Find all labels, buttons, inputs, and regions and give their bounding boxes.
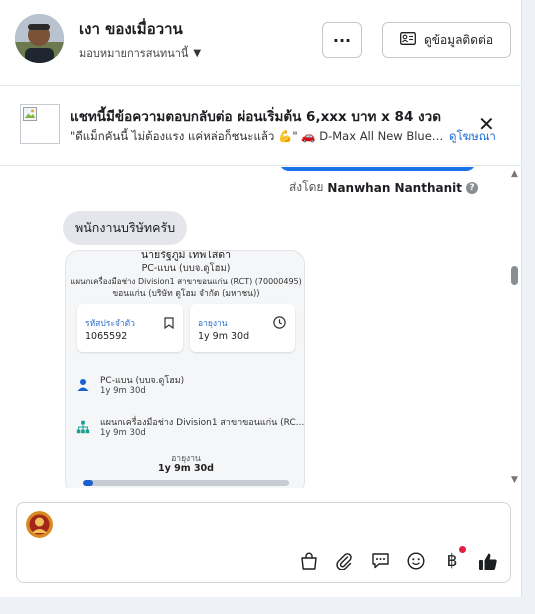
quick-reply-icon[interactable]: [369, 550, 391, 572]
page-avatar: [26, 511, 53, 538]
department-row: แผนกเครื่องมือช่าง Division1 สาขาขอนแก่น…: [76, 415, 305, 445]
scroll-down-arrow-icon[interactable]: ▼: [511, 475, 518, 485]
tenure-progress-fill: [83, 480, 94, 486]
employee-position: PC-แบน (บบจ.ดูโฮม): [141, 263, 231, 274]
contact-card-icon: [400, 32, 416, 48]
org-chart-icon: [76, 419, 90, 438]
baht-payment-icon[interactable]: ฿: [441, 546, 466, 572]
message-input[interactable]: [63, 513, 493, 535]
employee-name: นายรัฐภูมิ เทพโสดา: [140, 250, 232, 261]
work-age-label: อายุงาน: [198, 319, 228, 329]
ad-reply-banner: แชทนี้มีข้อความตอบกลับต่อ ผ่อนเริ่มต้น 6…: [0, 86, 522, 166]
work-age-box: อายุงาน 1y 9m 30d: [190, 304, 295, 352]
position-row: PC-แบน (บบจ.ดูโฮม) 1y 9m 30d: [76, 373, 301, 403]
notification-dot: [459, 546, 466, 553]
sent-message-bubble[interactable]: [279, 167, 476, 171]
emoji-icon[interactable]: [405, 550, 427, 572]
tenure-value: 1y 9m 30d: [158, 463, 214, 474]
paperclip-icon[interactable]: [333, 550, 355, 572]
ad-title: แชทนี้มีข้อความตอบกลับต่อ ผ่อนเริ่มต้น 6…: [70, 109, 441, 125]
view-contact-info-label: ดูข้อมูลติดต่อ: [423, 32, 494, 47]
bookmark-icon: [164, 314, 174, 333]
message-composer: ฿: [16, 502, 511, 583]
position-row-sub: 1y 9m 30d: [100, 386, 146, 396]
close-icon[interactable]: ✕: [478, 114, 495, 134]
employee-department: แผนกเครื่องมือช่าง Division1 สาขาขอนแก่น…: [70, 277, 302, 286]
more-options-button[interactable]: ···: [322, 22, 362, 58]
work-age-value: 1y 9m 30d: [198, 331, 250, 342]
caret-down-icon: ▼: [193, 47, 202, 59]
person-icon: [76, 377, 90, 396]
scroll-up-arrow-icon[interactable]: ▲: [511, 169, 518, 179]
thumbs-up-icon[interactable]: [477, 550, 499, 572]
sent-by-prefix: ส่งโดย: [288, 180, 324, 194]
employee-card-image[interactable]: นายรัฐภูมิ เทพโสดา PC-แบน (บบจ.ดูโฮม) แผ…: [65, 250, 305, 488]
employee-id-value: 1065592: [85, 331, 128, 342]
ad-body-text: "ดีแม็กคันนี้ ไม่ต้องแรง แค่หล่อก็ชนะแล้…: [70, 129, 446, 143]
clock-icon: [273, 314, 286, 333]
employee-company: ขอนแก่น (บริษัท ดูโฮม จำกัด (มหาชน)): [112, 289, 260, 299]
employee-id-box: รหัสประจำตัว 1065592: [77, 304, 183, 352]
message-thread: ส่งโดย Nanwhan Nanthanit ? พนักงานบริษัท…: [0, 167, 522, 488]
conversation-panel: เงา ของเมื่อวาน มอบหมายการสนทนานี้ ▼ ···…: [0, 0, 522, 597]
sent-by-line: ส่งโดย Nanwhan Nanthanit ?: [289, 178, 478, 197]
card-header-text: นายรัฐภูมิ เทพโสดา PC-แบน (บบจ.ดูโฮม) แผ…: [66, 250, 304, 301]
tenure-progress-bar: [83, 480, 289, 486]
assign-label: มอบหมายการสนทนานี้: [79, 47, 189, 60]
shopping-bag-icon[interactable]: [298, 550, 320, 572]
scroll-thumb[interactable]: [511, 266, 518, 285]
contact-name[interactable]: เงา ของเมื่อวาน: [79, 17, 183, 41]
department-row-sub: 1y 9m 30d: [100, 428, 146, 438]
chat-scrollbar[interactable]: ▲ ▼: [508, 167, 522, 488]
assign-conversation-dropdown[interactable]: มอบหมายการสนทนานี้ ▼: [79, 44, 201, 62]
department-row-title: แผนกเครื่องมือช่าง Division1 สาขาขอนแก่น…: [100, 418, 305, 428]
ad-thumbnail[interactable]: [20, 104, 60, 144]
contact-avatar[interactable]: [15, 14, 64, 63]
conversation-header: เงา ของเมื่อวาน มอบหมายการสนทนานี้ ▼ ···…: [0, 0, 522, 86]
view-contact-info-button[interactable]: ดูข้อมูลติดต่อ: [382, 22, 511, 58]
employee-id-label: รหัสประจำตัว: [85, 319, 135, 329]
sender-name: Nanwhan Nanthanit: [327, 180, 462, 195]
position-row-title: PC-แบน (บบจ.ดูโฮม): [100, 376, 185, 386]
help-icon[interactable]: ?: [466, 181, 478, 194]
received-message-bubble[interactable]: พนักงานบริษัทครับ: [63, 211, 188, 245]
